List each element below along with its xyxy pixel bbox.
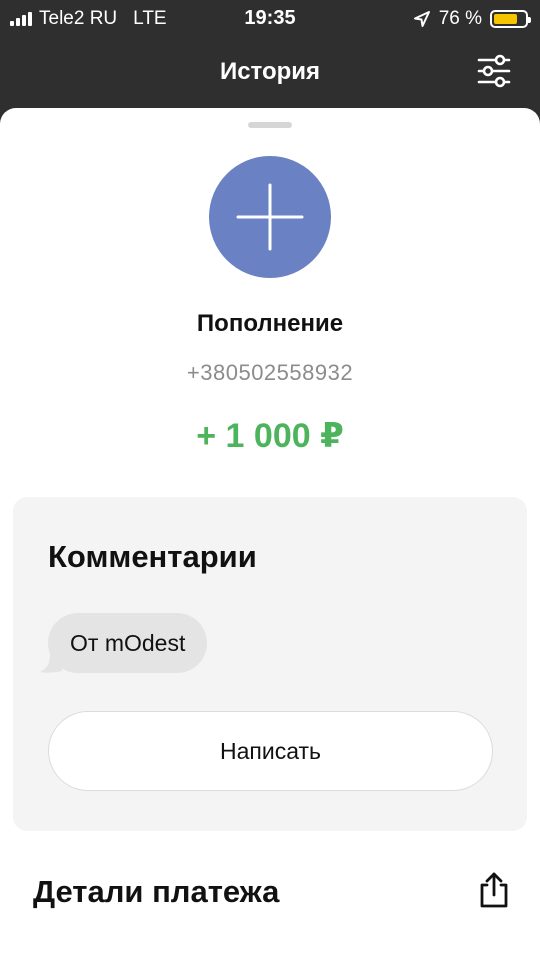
nav-header: История	[0, 36, 540, 108]
comment-bubble[interactable]: От mOdest	[40, 613, 208, 673]
location-arrow-icon	[413, 11, 430, 27]
payment-details-title: Детали платежа	[33, 874, 280, 909]
status-bar: Tele2 RU LTE 19:35 76 %	[0, 0, 540, 36]
battery-icon	[490, 10, 531, 28]
comments-card: Комментарии От mOdest Написать	[13, 497, 527, 831]
battery-tip	[528, 17, 531, 23]
filter-button[interactable]	[476, 54, 512, 88]
share-button[interactable]	[476, 870, 512, 910]
comments-title: Комментарии	[48, 539, 257, 574]
sliders-icon	[477, 54, 511, 88]
battery-percent: 76 %	[438, 8, 482, 29]
battery-level	[494, 14, 517, 24]
comment-text: От mOdest	[70, 629, 186, 656]
operation-title: Пополнение	[196, 310, 344, 337]
operation-avatar	[209, 156, 331, 278]
page-title: История	[219, 58, 321, 85]
sheet-drag-handle[interactable]	[248, 122, 292, 128]
bubble-tail	[40, 653, 62, 673]
status-right: 76 %	[413, 8, 531, 30]
operation-sheet: Пополнение +380502558932 + 1 000 ₽ Комме…	[0, 108, 540, 960]
operation-amount: + 1 000 ₽	[196, 417, 344, 455]
operation-phone: +380502558932	[186, 360, 354, 385]
write-comment-button[interactable]: Написать	[48, 711, 493, 791]
screen: Tele2 RU LTE 19:35 76 % История Пополнен…	[0, 0, 540, 960]
write-comment-label: Написать	[219, 737, 321, 764]
plus-icon	[236, 183, 304, 251]
share-icon	[480, 872, 508, 908]
